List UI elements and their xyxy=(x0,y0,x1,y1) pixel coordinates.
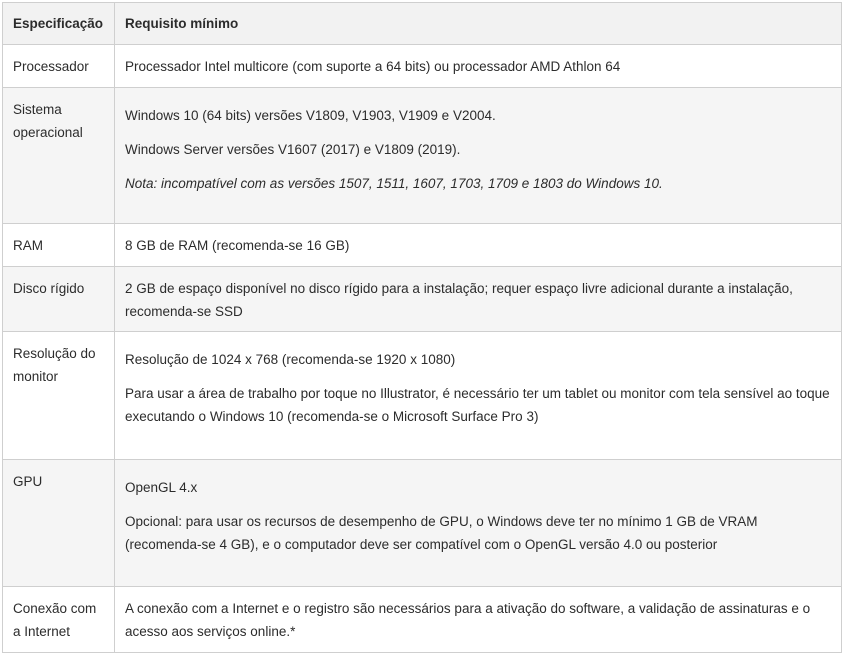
header-requirement: Requisito mínimo xyxy=(114,2,842,45)
row-value-monitor: Resolução de 1024 x 768 (recomenda-se 19… xyxy=(114,331,842,460)
row-label-os: Sistema operacional xyxy=(2,87,115,224)
requirement-text: A conexão com a Internet e o registro sã… xyxy=(125,601,811,639)
table-row: Conexão com a Internet A conexão com a I… xyxy=(2,586,842,653)
row-label-disk: Disco rígido xyxy=(2,266,115,332)
table-row: Resolução do monitor Resolução de 1024 x… xyxy=(2,331,842,460)
row-value-ram: 8 GB de RAM (recomenda-se 16 GB) xyxy=(114,223,842,267)
requirement-note: Nota: incompatível com as versões 1507, … xyxy=(125,176,663,191)
row-value-disk: 2 GB de espaço disponível no disco rígid… xyxy=(114,266,842,332)
header-row: Especificação Requisito mínimo xyxy=(2,2,842,45)
row-label-processor: Processador xyxy=(2,44,115,88)
header-spec: Especificação xyxy=(2,2,115,45)
row-label-monitor: Resolução do monitor xyxy=(2,331,115,460)
table-row: RAM 8 GB de RAM (recomenda-se 16 GB) xyxy=(2,223,842,267)
requirement-text: Windows 10 (64 bits) versões V1809, V190… xyxy=(125,108,496,123)
table-row: Sistema operacional Windows 10 (64 bits)… xyxy=(2,87,842,224)
table-row: Processador Processador Intel multicore … xyxy=(2,44,842,88)
requirement-text: Windows Server versões V1607 (2017) e V1… xyxy=(125,142,461,157)
requirement-text: Resolução de 1024 x 768 (recomenda-se 19… xyxy=(125,352,456,367)
row-value-processor: Processador Intel multicore (com suporte… xyxy=(114,44,842,88)
requirement-text: OpenGL 4.x xyxy=(125,480,198,495)
requirement-text: Opcional: para usar os recursos de desem… xyxy=(125,514,758,552)
row-value-os: Windows 10 (64 bits) versões V1809, V190… xyxy=(114,87,842,224)
table-row: GPU OpenGL 4.x Opcional: para usar os re… xyxy=(2,459,842,587)
requirement-text: Para usar a área de trabalho por toque n… xyxy=(125,386,830,424)
row-label-ram: RAM xyxy=(2,223,115,267)
row-label-internet: Conexão com a Internet xyxy=(2,586,115,653)
row-value-internet: A conexão com a Internet e o registro sã… xyxy=(114,586,842,653)
table-row: Disco rígido 2 GB de espaço disponível n… xyxy=(2,266,842,332)
requirement-text: 2 GB de espaço disponível no disco rígid… xyxy=(125,281,793,319)
requirements-table: Especificação Requisito mínimo Processad… xyxy=(2,2,842,653)
row-value-gpu: OpenGL 4.x Opcional: para usar os recurs… xyxy=(114,459,842,587)
requirement-text: 8 GB de RAM (recomenda-se 16 GB) xyxy=(125,238,350,253)
row-label-gpu: GPU xyxy=(2,459,115,587)
requirement-text: Processador Intel multicore (com suporte… xyxy=(125,59,621,74)
